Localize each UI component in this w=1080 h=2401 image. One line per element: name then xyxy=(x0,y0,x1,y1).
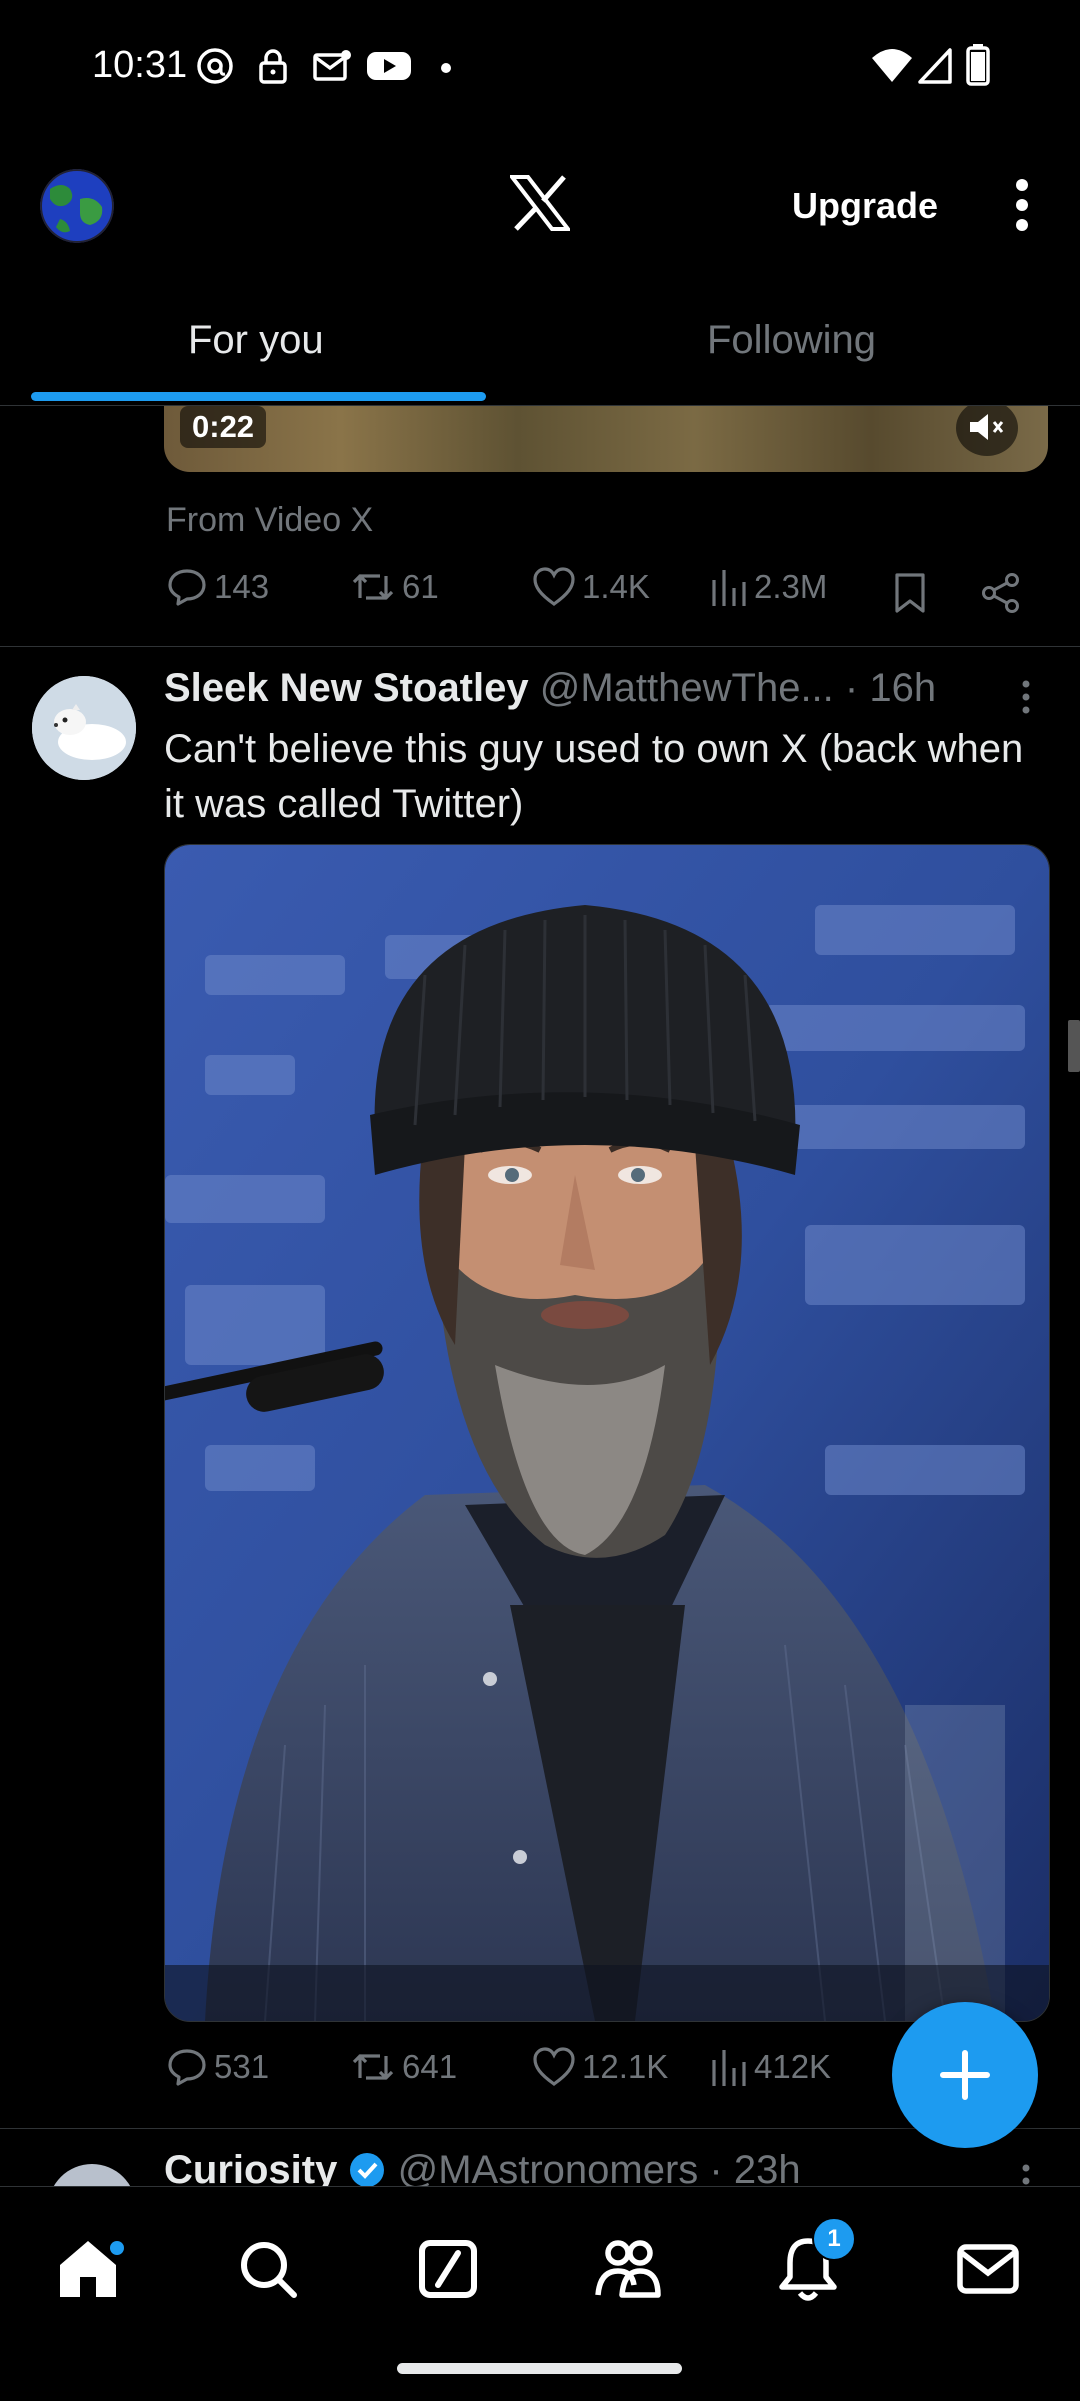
status-time: 10:31 xyxy=(92,44,188,86)
repost-count: 61 xyxy=(402,568,439,605)
like-icon xyxy=(533,567,575,606)
nav-search[interactable] xyxy=(228,2229,308,2309)
messages-icon xyxy=(957,2244,1019,2294)
tab-for-you[interactable]: For you xyxy=(188,318,324,363)
reply-count: 143 xyxy=(214,568,270,605)
timeline-tabs: For you Following xyxy=(0,300,1080,406)
repost-count: 641 xyxy=(402,2048,458,2085)
profile-avatar[interactable] xyxy=(40,169,114,243)
home-unread-dot xyxy=(110,2241,124,2255)
repost-icon xyxy=(352,574,394,600)
communities-icon xyxy=(595,2240,661,2298)
notifications-badge: 1 xyxy=(812,2217,856,2261)
plus-icon xyxy=(940,2050,990,2100)
post2-photo[interactable] xyxy=(164,844,1050,2022)
upgrade-button[interactable]: Upgrade xyxy=(792,185,938,227)
views-button[interactable]: 412K xyxy=(710,2046,831,2088)
search-icon xyxy=(241,2242,297,2298)
dot-icon xyxy=(441,63,451,73)
reply-icon xyxy=(168,2049,206,2086)
post3-more-icon[interactable] xyxy=(1016,2162,1036,2186)
post1-actions: 143 61 1.4K 2.3M xyxy=(0,566,1080,626)
views-button[interactable]: 2.3M xyxy=(710,566,827,608)
status-bar: 10:31 xyxy=(0,0,1080,135)
views-icon xyxy=(712,2050,746,2086)
post3-header: Curiosity @MAstronomers · 23h xyxy=(164,2148,801,2186)
reply-icon xyxy=(168,569,206,606)
like-button[interactable]: 12.1K xyxy=(532,2046,668,2088)
like-count: 12.1K xyxy=(582,2048,669,2085)
mute-button[interactable] xyxy=(956,406,1018,456)
post2-more-icon[interactable] xyxy=(1016,678,1036,716)
post3-handle[interactable]: @MAstronomers xyxy=(398,2148,699,2186)
more-options-icon[interactable] xyxy=(1008,175,1036,235)
like-count: 1.4K xyxy=(582,568,650,605)
compose-post-button[interactable] xyxy=(892,2002,1038,2148)
wifi-icon xyxy=(872,49,912,82)
bookmark-icon[interactable] xyxy=(892,572,928,614)
post2-header: Sleek New Stoatley @MatthewThe... · 16h xyxy=(164,666,936,711)
post2-display-name[interactable]: Sleek New Stoatley xyxy=(164,666,529,710)
timeline-feed[interactable]: 0:22 From Video X 143 61 1.4K 2.3M Sleek… xyxy=(0,406,1080,2186)
post2-avatar[interactable] xyxy=(32,676,136,780)
x-logo-icon xyxy=(510,175,570,231)
like-button[interactable]: 1.4K xyxy=(532,566,650,608)
tab-following[interactable]: Following xyxy=(707,318,876,363)
share-icon[interactable] xyxy=(980,572,1022,614)
youtube-icon xyxy=(367,52,411,80)
post-divider xyxy=(0,646,1080,647)
muted-speaker-icon xyxy=(970,414,1004,440)
lock-icon xyxy=(259,49,287,84)
reply-count: 531 xyxy=(214,2048,270,2085)
post2-time: · 16h xyxy=(844,666,937,710)
post2-handle[interactable]: @MatthewThe... xyxy=(540,666,834,710)
views-icon xyxy=(712,570,746,606)
tab-indicator xyxy=(31,392,486,401)
nav-messages[interactable] xyxy=(948,2229,1028,2309)
reply-button[interactable]: 143 xyxy=(166,566,269,608)
like-icon xyxy=(533,2047,575,2086)
post3-display-name[interactable]: Curiosity xyxy=(164,2148,337,2186)
repost-button[interactable]: 641 xyxy=(350,2046,457,2088)
views-count: 2.3M xyxy=(754,568,828,605)
nav-communities[interactable] xyxy=(588,2229,668,2309)
reply-button[interactable]: 531 xyxy=(166,2046,269,2088)
views-count: 412K xyxy=(754,2048,832,2085)
repost-icon xyxy=(352,2054,394,2080)
threads-icon xyxy=(197,48,233,84)
scrollbar-thumb[interactable] xyxy=(1068,1020,1080,1072)
mail-icon xyxy=(313,50,351,81)
post2-text: Can't believe this guy used to own X (ba… xyxy=(164,727,1024,826)
video-thumbnail[interactable]: 0:22 xyxy=(164,406,1048,472)
post3-avatar[interactable] xyxy=(48,2164,136,2186)
gesture-home-indicator[interactable] xyxy=(397,2363,682,2374)
repost-button[interactable]: 61 xyxy=(350,566,439,608)
top-bar: Upgrade xyxy=(0,135,1080,275)
verified-badge-icon xyxy=(350,2153,385,2186)
video-duration: 0:22 xyxy=(180,406,267,448)
battery-icon xyxy=(966,44,990,86)
bottom-navigation: 1 xyxy=(0,2186,1080,2401)
nav-grok[interactable] xyxy=(408,2229,488,2309)
signal-icon xyxy=(918,48,952,84)
post3-time: · 23h xyxy=(709,2148,801,2186)
source-label[interactable]: From Video X xyxy=(166,501,373,540)
nav-home[interactable] xyxy=(48,2229,128,2309)
grok-icon xyxy=(419,2240,477,2298)
